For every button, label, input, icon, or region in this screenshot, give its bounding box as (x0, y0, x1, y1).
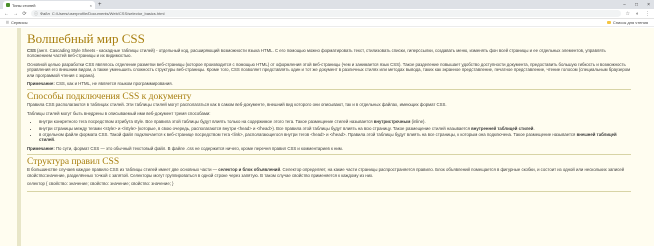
intro-p1-text: (англ. Cascading Style Sheets - каскадны… (27, 48, 606, 59)
connect-methods-list: внутри конкретного тега посредством атри… (27, 119, 631, 143)
intro-paragraph-1: CSS (англ. Cascading Style Sheets - каск… (27, 48, 631, 59)
apps-grid-icon: ⠿ (6, 20, 9, 25)
note-1-text: CSS, как и HTML, не является языком прог… (54, 81, 173, 87)
list-item-text: внутри конкретного тега посредством атри… (39, 119, 374, 125)
list-item-end: (inline). (410, 119, 426, 125)
intro-css-bold: CSS (27, 48, 36, 53)
list-item-text: внутри страницы между тегами <style> и <… (39, 125, 472, 131)
back-icon[interactable]: ← (4, 11, 9, 17)
note-2: Примечание: По сути, формат CSS — это об… (27, 146, 631, 151)
list-item: внутри страницы между тегами <style> и <… (39, 126, 631, 131)
info-icon[interactable]: ⓘ (34, 11, 38, 17)
page-viewport: Волшебный мир CSS CSS (англ. Cascading S… (0, 28, 654, 246)
forward-icon[interactable]: → (13, 11, 18, 17)
reading-list-label: Список для чтения (612, 20, 648, 25)
toolbar-actions: ☆ ◐ ⋮ (625, 11, 650, 17)
menu-icon[interactable]: ⋮ (645, 11, 650, 17)
new-tab-button[interactable]: + (98, 1, 102, 9)
reading-list[interactable]: Список для чтения (606, 20, 648, 25)
tab-strip: Типы стилей × + (0, 0, 654, 9)
structure-paragraph: В большинстве случаев каждое правило CSS… (27, 167, 631, 178)
divider (27, 190, 631, 192)
bookmark-apps-label: Сервисы (10, 20, 28, 25)
list-item-bold: внутристрочным (373, 119, 411, 125)
bookmark-star-icon[interactable]: ☆ (625, 11, 629, 17)
address-scheme-label: Файл (40, 11, 50, 16)
note-2-text: По сути, формат CSS — это обычный тексто… (54, 145, 343, 151)
section-heading-connect: Способы подключения CSS к документу (27, 89, 631, 102)
window-controls: − □ × (623, 0, 650, 9)
address-bar[interactable]: ⓘ Файл C:/Users/userprofile/Documents/We… (31, 10, 622, 17)
connect-paragraph-2: Таблицы стилей могут быть внедрены в опи… (27, 110, 211, 116)
reload-icon[interactable]: ⟳ (22, 11, 27, 17)
structure-syntax: селектор { свойство: значение; свойство:… (27, 181, 174, 187)
list-item-text: в отдельном файле формата CSS. Такой фай… (39, 132, 577, 138)
favicon-icon (6, 3, 10, 7)
minimize-icon[interactable]: − (623, 2, 626, 8)
list-item-end: . (533, 125, 535, 131)
address-url[interactable]: C:/Users/userprofile/Documents/Web/CSS/s… (52, 11, 165, 16)
structure-text-a: В большинстве случаев каждое правило CSS… (27, 167, 219, 173)
maximize-icon[interactable]: □ (635, 2, 638, 8)
bookmarks-bar: ⠿ Сервисы Список для чтения (0, 19, 654, 27)
close-window-icon[interactable]: × (647, 2, 650, 8)
note-2-label: Примечание: (27, 145, 55, 151)
article: Волшебный мир CSS CSS (англ. Cascading S… (17, 28, 637, 246)
list-item-end: . (53, 137, 56, 143)
browser-toolbar: ← → ⟳ ⓘ Файл C:/Users/userprofile/Docume… (0, 9, 654, 19)
note-1-label: Примечание: (27, 81, 55, 87)
note-1: Примечание: CSS, как и HTML, не является… (27, 81, 631, 86)
list-item: внутри конкретного тега посредством атри… (39, 119, 631, 124)
tab-title: Типы стилей (12, 2, 36, 8)
tab-close-icon[interactable]: × (90, 3, 92, 8)
list-item-bold: внутренней таблицей стилей (471, 125, 534, 131)
section-heading-structure: Структура правил CSS (27, 154, 631, 167)
bookmark-apps[interactable]: ⠿ Сервисы (6, 20, 28, 25)
structure-bold: селектор и блок объявлений (218, 167, 281, 173)
intro-paragraph-2: Основной целью разработки CSS являлось о… (27, 61, 631, 78)
profile-icon[interactable]: ◐ (636, 11, 639, 17)
reading-list-icon (606, 21, 611, 24)
browser-tab[interactable]: Типы стилей × (3, 1, 95, 9)
page-title: Волшебный мир CSS (27, 31, 145, 46)
connect-paragraph-1: Правила CSS располагаются в таблицах сти… (27, 102, 447, 108)
list-item: в отдельном файле формата CSS. Такой фай… (39, 132, 631, 143)
